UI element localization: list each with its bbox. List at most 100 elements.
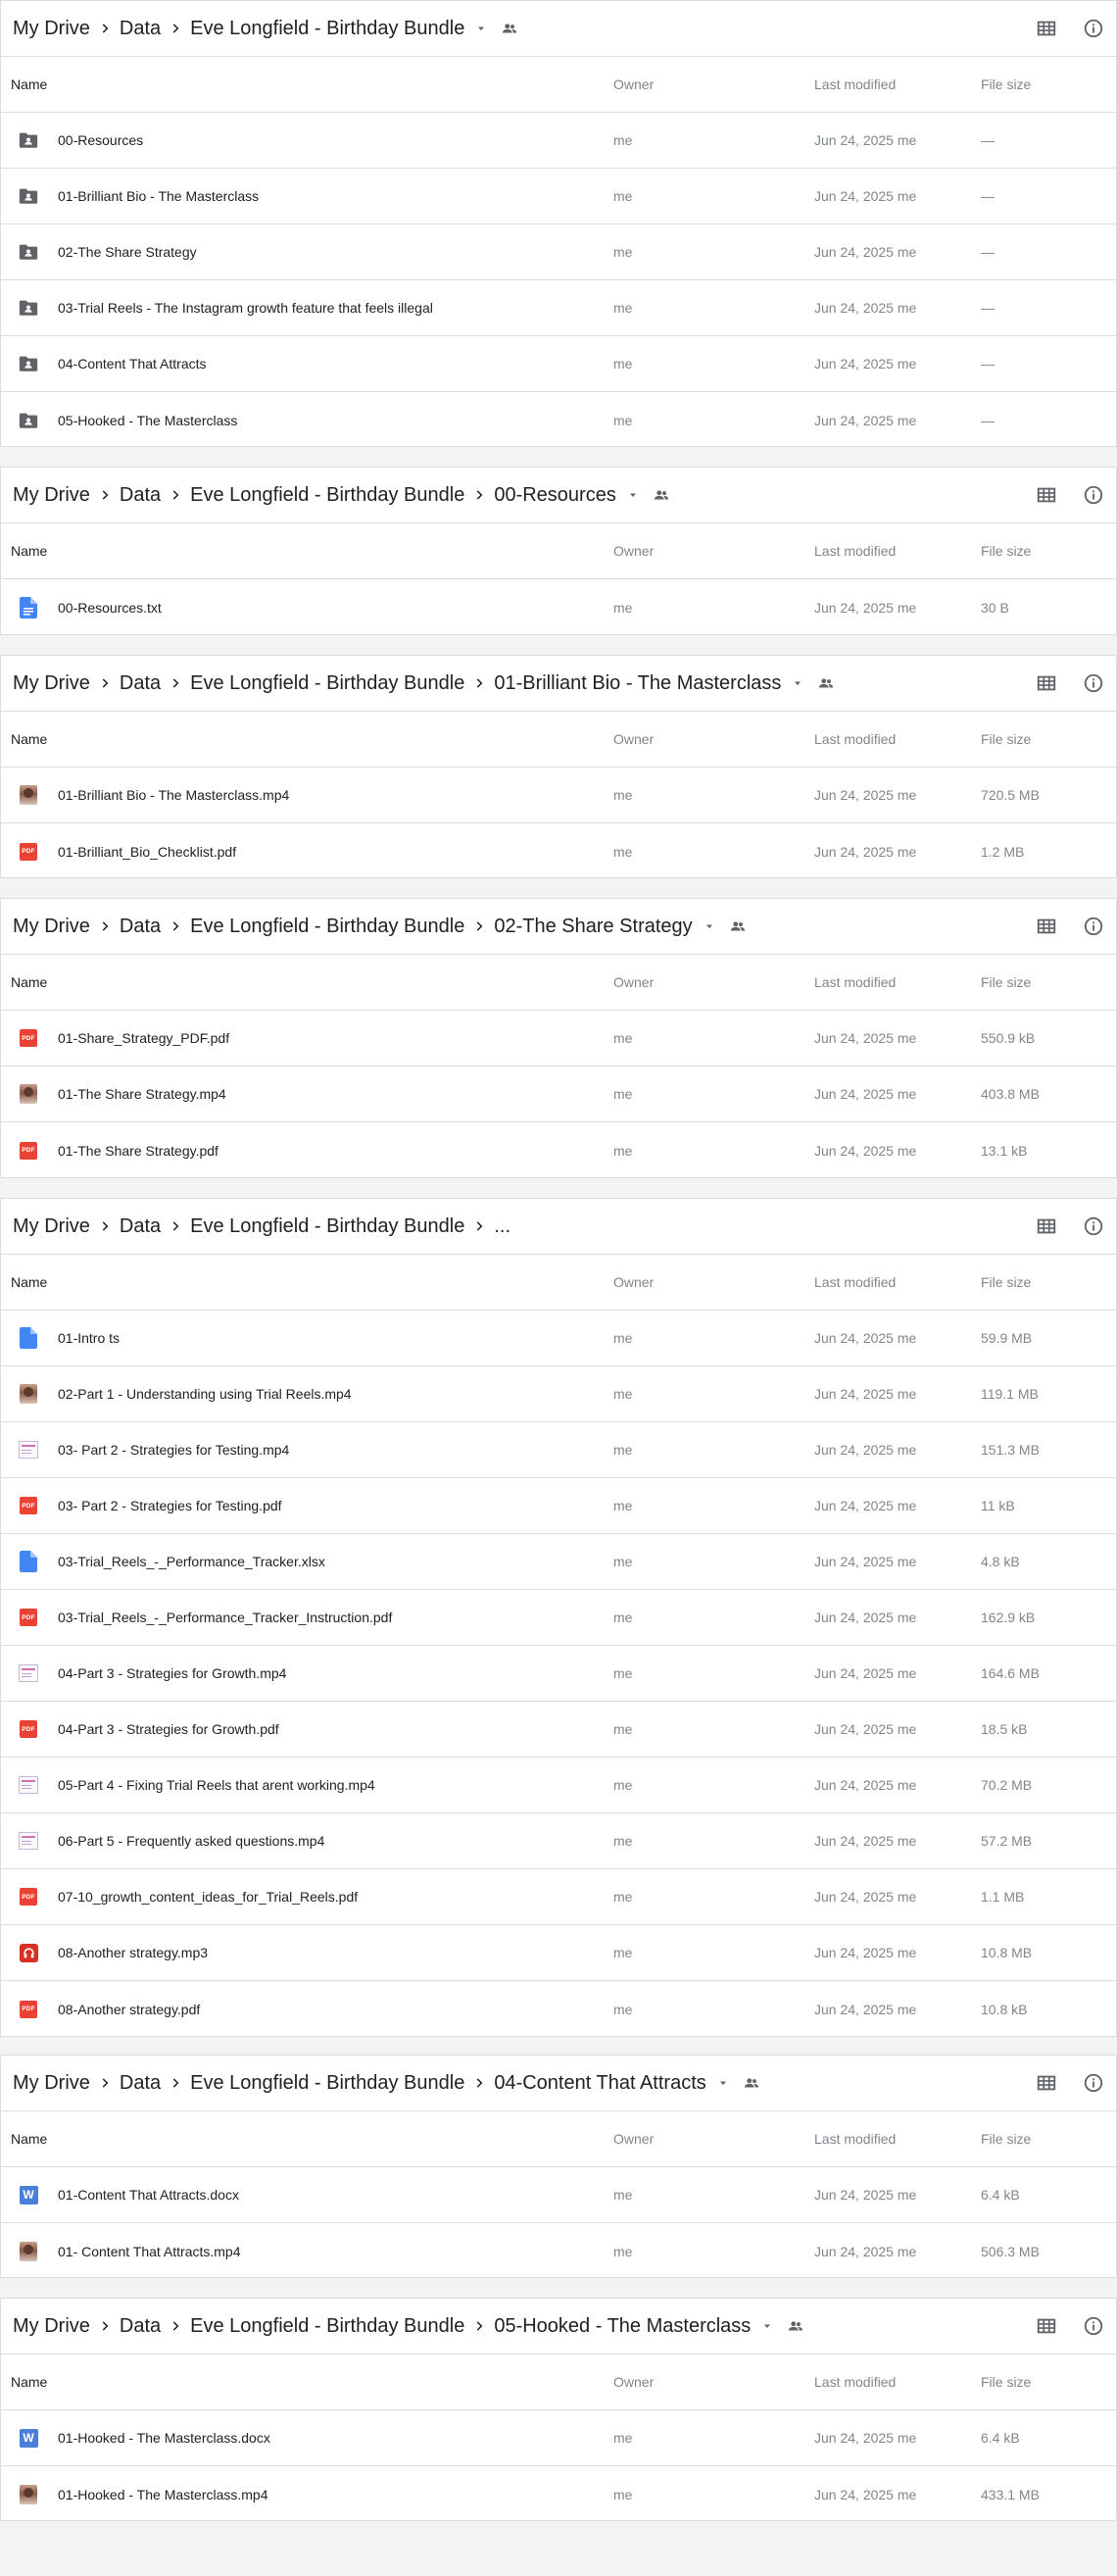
column-owner-header[interactable]: Owner bbox=[613, 76, 654, 92]
file-row[interactable]: 00-Resources me Jun 24, 2025 me — bbox=[1, 113, 1116, 169]
file-name[interactable]: 02-Part 1 - Understanding using Trial Re… bbox=[58, 1386, 352, 1402]
info-icon[interactable] bbox=[1081, 482, 1106, 508]
file-name[interactable]: 04-Part 3 - Strategies for Growth.pdf bbox=[58, 1721, 279, 1737]
file-name[interactable]: 06-Part 5 - Frequently asked questions.m… bbox=[58, 1833, 324, 1849]
breadcrumb-item[interactable]: ... bbox=[492, 1215, 512, 1238]
file-row[interactable]: 02-Part 1 - Understanding using Trial Re… bbox=[1, 1366, 1116, 1422]
caret-down-icon[interactable] bbox=[716, 2076, 730, 2090]
info-icon[interactable] bbox=[1081, 670, 1106, 696]
file-name[interactable]: 01-Brilliant Bio - The Masterclass bbox=[58, 188, 259, 204]
file-name[interactable]: 04-Content That Attracts bbox=[58, 356, 207, 372]
caret-down-icon[interactable] bbox=[474, 22, 488, 35]
column-owner-header[interactable]: Owner bbox=[613, 2374, 654, 2390]
column-owner-header[interactable]: Owner bbox=[613, 731, 654, 747]
file-name[interactable]: 01-Brilliant Bio - The Masterclass.mp4 bbox=[58, 787, 289, 803]
breadcrumb-item[interactable]: 02-The Share Strategy bbox=[492, 916, 694, 938]
file-name[interactable]: 01-Hooked - The Masterclass.docx bbox=[58, 2430, 270, 2446]
column-owner-header[interactable]: Owner bbox=[613, 543, 654, 559]
breadcrumb-item[interactable]: Eve Longfield - Birthday Bundle bbox=[188, 2315, 466, 2338]
column-modified-header[interactable]: Last modified bbox=[814, 2131, 896, 2147]
file-name[interactable]: 01-Hooked - The Masterclass.mp4 bbox=[58, 2487, 268, 2502]
column-size-header[interactable]: File size bbox=[981, 2374, 1031, 2390]
column-size-header[interactable]: File size bbox=[981, 543, 1031, 559]
column-name-header[interactable]: Name bbox=[11, 731, 47, 747]
breadcrumb-item[interactable]: My Drive bbox=[11, 2072, 92, 2095]
column-size-header[interactable]: File size bbox=[981, 2131, 1031, 2147]
breadcrumb-item[interactable]: Eve Longfield - Birthday Bundle bbox=[188, 2072, 466, 2095]
breadcrumb-item[interactable]: Eve Longfield - Birthday Bundle bbox=[188, 18, 466, 40]
breadcrumb-item[interactable]: My Drive bbox=[11, 1215, 92, 1238]
info-icon[interactable] bbox=[1081, 16, 1106, 41]
info-icon[interactable] bbox=[1081, 2070, 1106, 2096]
breadcrumb-item[interactable]: My Drive bbox=[11, 2315, 92, 2338]
column-modified-header[interactable]: Last modified bbox=[814, 974, 896, 990]
breadcrumb-item[interactable]: Data bbox=[118, 2315, 163, 2338]
file-row[interactable]: 01-The Share Strategy.mp4 me Jun 24, 2025 … bbox=[1, 1066, 1116, 1122]
file-row[interactable]: 03-Trial Reels - The Instagram growth fe… bbox=[1, 280, 1116, 336]
caret-down-icon[interactable] bbox=[626, 488, 640, 502]
file-row[interactable]: PDF 07-10_growth_content_ideas_for_Trial_… bbox=[1, 1869, 1116, 1925]
file-row[interactable]: 01-Hooked - The Masterclass.mp4 me Jun 24,… bbox=[1, 2466, 1116, 2522]
column-name-header[interactable]: Name bbox=[11, 2374, 47, 2390]
file-name[interactable]: 03-Trial Reels - The Instagram growth fe… bbox=[58, 300, 433, 316]
file-row[interactable]: 00-Resources.txt me Jun 24, 2025 me 30 B bbox=[1, 579, 1116, 635]
column-name-header[interactable]: Name bbox=[11, 2131, 47, 2147]
grid-view-icon[interactable] bbox=[1034, 2070, 1059, 2096]
file-name[interactable]: 04-Part 3 - Strategies for Growth.mp4 bbox=[58, 1665, 286, 1681]
column-size-header[interactable]: File size bbox=[981, 1274, 1031, 1290]
file-name[interactable]: 05-Part 4 - Fixing Trial Reels that aren… bbox=[58, 1777, 375, 1793]
breadcrumb-item[interactable]: Data bbox=[118, 18, 163, 40]
file-name[interactable]: 01- Content That Attracts.mp4 bbox=[58, 2244, 241, 2259]
breadcrumb-item[interactable]: Data bbox=[118, 484, 163, 507]
column-name-header[interactable]: Name bbox=[11, 1274, 47, 1290]
column-owner-header[interactable]: Owner bbox=[613, 1274, 654, 1290]
breadcrumb-item[interactable]: 00-Resources bbox=[492, 484, 618, 507]
column-name-header[interactable]: Name bbox=[11, 76, 47, 92]
grid-view-icon[interactable] bbox=[1034, 482, 1059, 508]
column-size-header[interactable]: File size bbox=[981, 731, 1031, 747]
column-size-header[interactable]: File size bbox=[981, 76, 1031, 92]
file-name[interactable]: 01-Intro ts bbox=[58, 1330, 120, 1346]
file-name[interactable]: 01-The Share Strategy.mp4 bbox=[58, 1086, 226, 1102]
file-row[interactable]: 05-Hooked - The Masterclass me Jun 24, 202… bbox=[1, 392, 1116, 448]
file-row[interactable]: PDF 01-Share_Strategy_PDF.pdf me Jun 24, 20… bbox=[1, 1011, 1116, 1066]
column-name-header[interactable]: Name bbox=[11, 543, 47, 559]
file-row[interactable]: 04-Content That Attracts me Jun 24, 2025 m… bbox=[1, 336, 1116, 392]
grid-view-icon[interactable] bbox=[1034, 914, 1059, 939]
breadcrumb-item[interactable]: 04-Content That Attracts bbox=[492, 2072, 707, 2095]
file-row[interactable]: 01-Intro ts me Jun 24, 2025 me 59.9 MB bbox=[1, 1311, 1116, 1366]
file-name[interactable]: 01-Share_Strategy_PDF.pdf bbox=[58, 1030, 229, 1046]
file-row[interactable]: 01-Brilliant Bio - The Masterclass me Jun … bbox=[1, 169, 1116, 224]
column-modified-header[interactable]: Last modified bbox=[814, 76, 896, 92]
file-name[interactable]: 03-Trial_Reels_-_Performance_Tracker_Ins… bbox=[58, 1610, 392, 1625]
file-name[interactable]: 03-Trial_Reels_-_Performance_Tracker.xls… bbox=[58, 1554, 325, 1569]
file-row[interactable]: PDF 04-Part 3 - Strategies for Growth.pdf… bbox=[1, 1702, 1116, 1758]
column-modified-header[interactable]: Last modified bbox=[814, 2374, 896, 2390]
breadcrumb-item[interactable]: 05-Hooked - The Masterclass bbox=[492, 2315, 753, 2338]
file-name[interactable]: 08-Another strategy.pdf bbox=[58, 2002, 200, 2017]
caret-down-icon[interactable] bbox=[703, 919, 716, 933]
file-name[interactable]: 05-Hooked - The Masterclass bbox=[58, 413, 237, 428]
file-name[interactable]: 08-Another strategy.mp3 bbox=[58, 1945, 208, 1960]
grid-view-icon[interactable] bbox=[1034, 670, 1059, 696]
file-row[interactable]: PDF 03- Part 2 - Strategies for Testing.p… bbox=[1, 1478, 1116, 1534]
file-name[interactable]: 03- Part 2 - Strategies for Testing.mp4 bbox=[58, 1442, 289, 1458]
file-row[interactable]: W 01-Hooked - The Masterclass.docx me Jun 2… bbox=[1, 2410, 1116, 2466]
column-owner-header[interactable]: Owner bbox=[613, 974, 654, 990]
column-size-header[interactable]: File size bbox=[981, 974, 1031, 990]
file-row[interactable]: 02-The Share Strategy me Jun 24, 2025 me — bbox=[1, 224, 1116, 280]
file-row[interactable]: 05-Part 4 - Fixing Trial Reels that aren… bbox=[1, 1758, 1116, 1813]
column-owner-header[interactable]: Owner bbox=[613, 2131, 654, 2147]
file-name[interactable]: 00-Resources.txt bbox=[58, 600, 162, 616]
breadcrumb-item[interactable]: Data bbox=[118, 672, 163, 695]
breadcrumb-item[interactable]: Eve Longfield - Birthday Bundle bbox=[188, 484, 466, 507]
file-row[interactable]: 03-Trial_Reels_-_Performance_Tracker.xls… bbox=[1, 1534, 1116, 1590]
file-name[interactable]: 03- Part 2 - Strategies for Testing.pdf bbox=[58, 1498, 282, 1513]
breadcrumb-item[interactable]: Eve Longfield - Birthday Bundle bbox=[188, 1215, 466, 1238]
file-row[interactable]: 06-Part 5 - Frequently asked questions.m… bbox=[1, 1813, 1116, 1869]
file-row[interactable]: PDF 03-Trial_Reels_-_Performance_Tracker_… bbox=[1, 1590, 1116, 1646]
file-row[interactable]: PDF 08-Another strategy.pdf me Jun 24, 2025… bbox=[1, 1981, 1116, 2037]
grid-view-icon[interactable] bbox=[1034, 1214, 1059, 1239]
file-name[interactable]: 02-The Share Strategy bbox=[58, 244, 197, 260]
file-row[interactable]: W 01-Content That Attracts.docx me Jun 24, … bbox=[1, 2167, 1116, 2223]
